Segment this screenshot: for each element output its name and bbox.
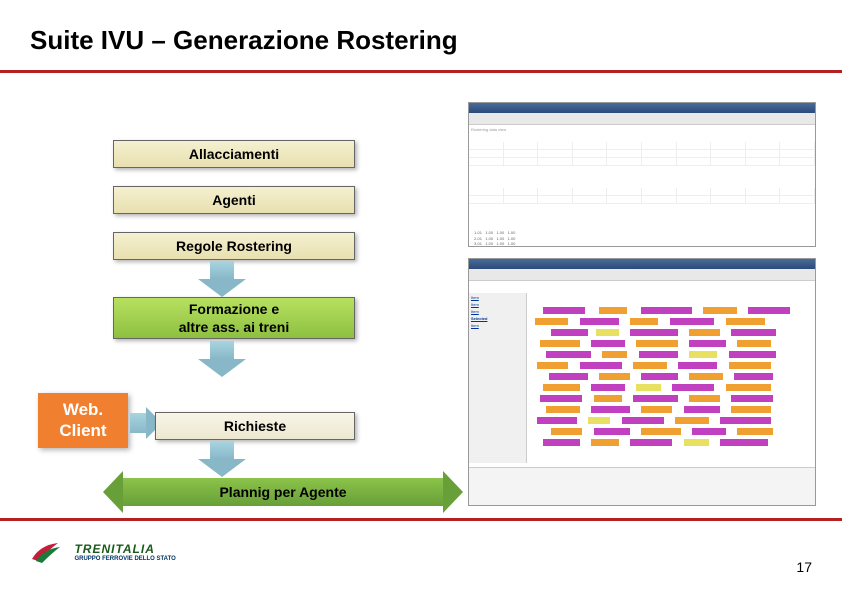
box-formazione: Formazione e altre ass. ai treni bbox=[113, 297, 355, 339]
box-webclient: Web. Client bbox=[38, 393, 128, 448]
window-titlebar bbox=[469, 259, 815, 269]
arrow-left-head-icon bbox=[103, 471, 123, 513]
slide-title: Suite IVU – Generazione Rostering bbox=[30, 25, 458, 56]
logo-brand: TRENITALIA bbox=[74, 542, 175, 556]
planning-label: Plannig per Agente bbox=[123, 478, 443, 506]
logo-swoosh-icon bbox=[30, 537, 65, 567]
arrow-right-head-icon bbox=[443, 471, 463, 513]
bottom-panel bbox=[469, 467, 815, 506]
screenshot-top: Rostering data view 1-01 1.00 1.00 1.00 … bbox=[468, 102, 816, 247]
arrow-right-icon bbox=[130, 413, 146, 433]
gantt-chart bbox=[529, 306, 810, 456]
logo: TRENITALIA GRUPPO FERROVIE DELLO STATO bbox=[30, 537, 210, 577]
sidebar-panel: Item Item Item Selected Item bbox=[469, 293, 527, 463]
screenshot-bottom: Item Item Item Selected Item bbox=[468, 258, 816, 506]
planning-arrow: Plannig per Agente bbox=[103, 478, 463, 506]
box-allacciamenti: Allacciamenti bbox=[113, 140, 355, 168]
window-content: Rostering data view 1-01 1.00 1.00 1.00 … bbox=[469, 125, 815, 247]
divider-top bbox=[0, 70, 842, 73]
window-toolbar bbox=[469, 269, 815, 281]
divider-bottom bbox=[0, 518, 842, 521]
window-content: Item Item Item Selected Item bbox=[469, 281, 815, 506]
window-toolbar bbox=[469, 113, 815, 125]
window-titlebar bbox=[469, 103, 815, 113]
logo-subtitle: GRUPPO FERROVIE DELLO STATO bbox=[74, 556, 175, 562]
box-richieste: Richieste bbox=[155, 412, 355, 440]
box-regole-rostering: Regole Rostering bbox=[113, 232, 355, 260]
page-number: 17 bbox=[796, 559, 812, 575]
box-agenti: Agenti bbox=[113, 186, 355, 214]
